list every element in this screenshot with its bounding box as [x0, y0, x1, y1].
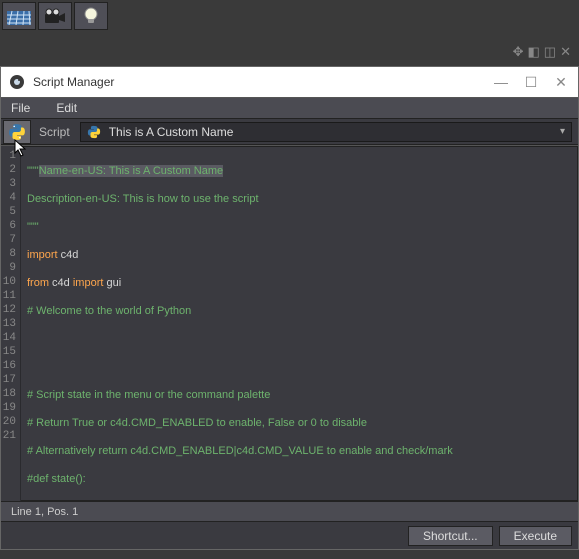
statusbar: Line 1, Pos. 1	[1, 501, 578, 521]
titlebar[interactable]: Script Manager — ☐ ✕	[1, 67, 578, 97]
execute-button[interactable]: Execute	[499, 526, 572, 546]
line-number: 18	[1, 387, 20, 401]
python-run-button[interactable]	[3, 120, 31, 144]
line-number: 15	[1, 345, 20, 359]
line-number: 9	[1, 261, 20, 275]
app-toolbar: ✥ ◧ ◫ ✕	[0, 0, 579, 70]
window-title: Script Manager	[33, 75, 492, 89]
line-number: 10	[1, 275, 20, 289]
line-number: 1	[1, 149, 20, 163]
line-number: 20	[1, 415, 20, 429]
maximize-button[interactable]: ☐	[522, 73, 540, 91]
script-selector-row: Script This is A Custom Name ▾	[1, 119, 578, 145]
line-number: 21	[1, 429, 20, 443]
line-number: 8	[1, 247, 20, 261]
grid-tool-button[interactable]	[2, 2, 36, 30]
menu-file[interactable]: File	[5, 99, 36, 117]
line-number: 4	[1, 191, 20, 205]
menu-edit[interactable]: Edit	[50, 99, 83, 117]
layout-split-icon[interactable]: ◫	[544, 44, 556, 60]
script-manager-window: Script Manager — ☐ ✕ File Edit Script Th…	[0, 66, 579, 550]
button-row: Shortcut... Execute	[1, 521, 578, 549]
chevron-down-icon: ▾	[560, 126, 565, 137]
camera-tool-button[interactable]	[38, 2, 72, 30]
move-icon[interactable]: ✥	[513, 44, 524, 60]
line-number: 5	[1, 205, 20, 219]
cursor-position: Line 1, Pos. 1	[11, 506, 78, 518]
close-button[interactable]: ✕	[552, 73, 570, 91]
line-gutter: 123456789101112131415161718192021	[1, 146, 21, 501]
line-number: 17	[1, 373, 20, 387]
layout-square-icon[interactable]: ◧	[528, 44, 540, 60]
script-label: Script	[39, 125, 70, 139]
line-number: 14	[1, 331, 20, 345]
script-dropdown[interactable]: This is A Custom Name ▾	[80, 122, 572, 142]
line-number: 19	[1, 401, 20, 415]
line-number: 7	[1, 233, 20, 247]
selected-text: Name-en-US: This is A Custom Name	[39, 165, 223, 177]
python-icon	[87, 125, 101, 139]
minimize-button[interactable]: —	[492, 73, 510, 91]
lightbulb-tool-button[interactable]	[74, 2, 108, 30]
line-number: 12	[1, 303, 20, 317]
shortcut-button[interactable]: Shortcut...	[408, 526, 493, 546]
layout-corner-icons: ✥ ◧ ◫ ✕	[513, 44, 571, 60]
line-number: 3	[1, 177, 20, 191]
line-number: 6	[1, 219, 20, 233]
code-area[interactable]: """Name-en-US: This is A Custom Name Des…	[21, 146, 578, 501]
script-dropdown-value: This is A Custom Name	[109, 125, 234, 139]
line-number: 13	[1, 317, 20, 331]
menubar: File Edit	[1, 97, 578, 119]
close-layout-icon[interactable]: ✕	[560, 44, 571, 60]
app-icon	[9, 74, 25, 90]
line-number: 16	[1, 359, 20, 373]
code-editor[interactable]: 123456789101112131415161718192021 """Nam…	[1, 145, 578, 501]
line-number: 11	[1, 289, 20, 303]
line-number: 2	[1, 163, 20, 177]
